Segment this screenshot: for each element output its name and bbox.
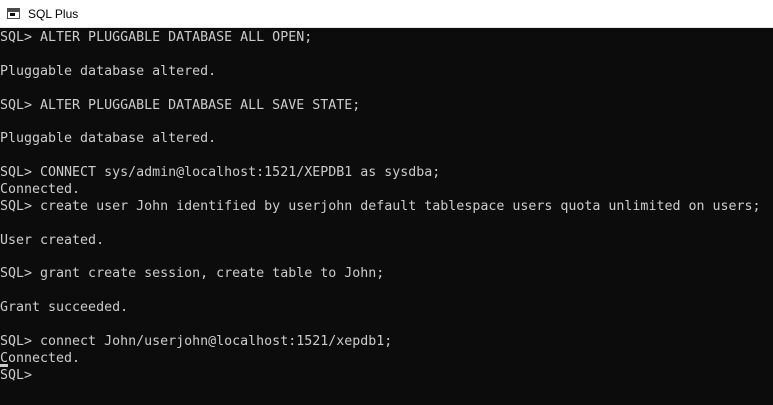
sqlplus-window: SQL Plus SQL> ALTER PLUGGABLE DATABASE A… [0,0,773,405]
console-line: User created. [0,232,105,248]
console-line: Grant succeeded. [0,300,129,316]
console-line: SQL> ALTER PLUGGABLE DATABASE ALL SAVE S… [0,97,361,113]
console-line: Pluggable database altered. [0,131,217,147]
console-window-icon [7,8,20,19]
console-line: SQL> ALTER PLUGGABLE DATABASE ALL OPEN; [0,30,313,45]
console-line: Connected. [0,350,81,366]
console-line: Connected. [0,182,81,198]
console-line: Pluggable database altered. [0,63,217,79]
title-bar[interactable]: SQL Plus [0,0,773,28]
console-line: SQL> CONNECT sys/admin@localhost:1521/XE… [0,165,441,181]
text-cursor [0,364,8,367]
window-title: SQL Plus [28,6,79,21]
console-line: SQL> create user John identified by user… [0,198,761,214]
console-output[interactable]: SQL> ALTER PLUGGABLE DATABASE ALL OPEN; … [0,28,773,405]
console-line: SQL> grant create session, create table … [0,266,385,282]
console-prompt[interactable]: SQL> [0,368,773,385]
console-line: SQL> connect John/userjohn@localhost:152… [0,334,393,350]
